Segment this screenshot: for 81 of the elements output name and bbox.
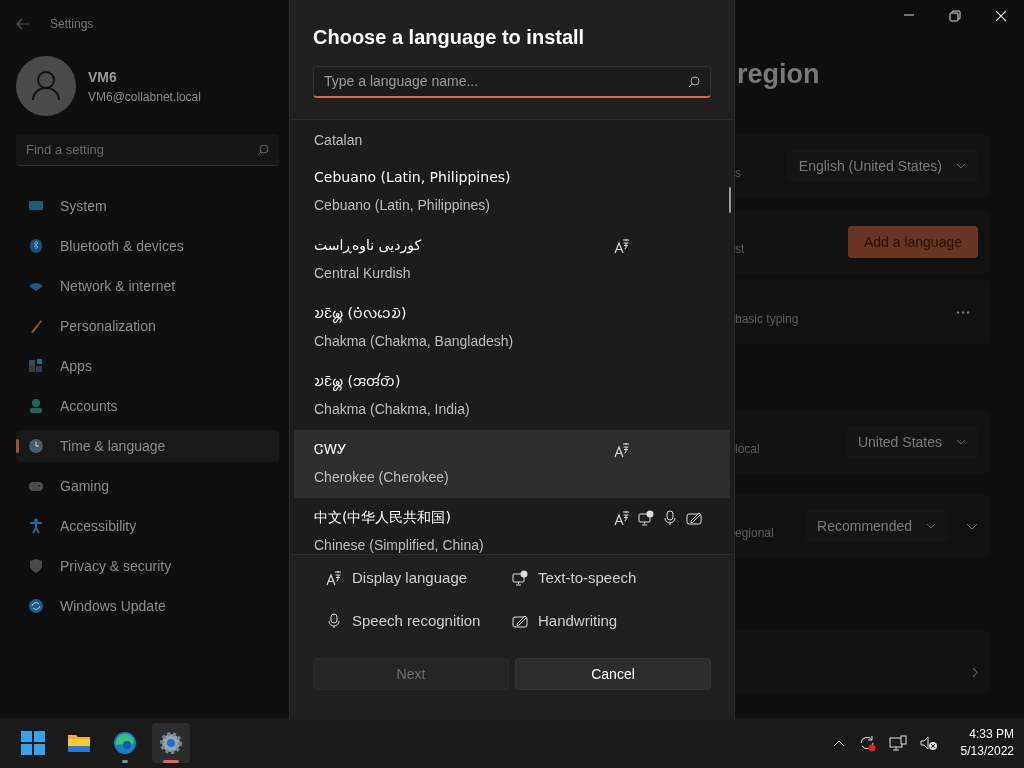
dialog-title: Choose a language to install [312, 25, 586, 50]
clock[interactable]: 4:33 PM 5/13/2022 [960, 726, 1014, 760]
sync-icon[interactable] [857, 734, 876, 752]
nav-item[interactable]: Time & language [16, 430, 279, 462]
language-item[interactable]: Catalan [294, 120, 730, 158]
nav-item[interactable]: Privacy & security [16, 550, 279, 582]
search-field[interactable]: Find a setting [26, 139, 257, 160]
language-item[interactable]: ᏣᎳᎩ Cherokee (Cherokee) [294, 430, 730, 498]
setting-label: s [735, 165, 741, 182]
nav-icon [28, 558, 44, 574]
english-name: Chakma (Chakma, India) [314, 400, 471, 418]
legend-label: Text-to-speech [538, 568, 637, 588]
nav-item[interactable]: Gaming [16, 470, 279, 502]
nav-icon [28, 398, 44, 414]
chevron-down-icon [956, 163, 966, 169]
nav-icon [28, 358, 44, 374]
nav-icon [28, 598, 44, 614]
english-name: Catalan [314, 131, 364, 149]
language-item[interactable]: Cebuano (Latin, Philippines) Cebuano (Latin, Philippines) [294, 158, 730, 226]
nav-icon [28, 238, 44, 254]
english-name: Chinese (Simplified, China) [314, 536, 485, 554]
legend-label: Speech recognition [352, 610, 481, 631]
chevron-up-icon[interactable] [832, 739, 845, 747]
nav-item[interactable]: Apps [16, 350, 279, 382]
nav-item[interactable]: Accessibility [16, 510, 279, 542]
network-icon[interactable] [888, 735, 907, 751]
back-icon[interactable] [16, 18, 30, 30]
display-language-icon [326, 570, 342, 587]
english-name: Cebuano (Latin, Philippines) [314, 196, 491, 214]
nav-item[interactable]: Accounts [16, 390, 279, 422]
setting-label: egional [735, 525, 774, 542]
nav-icon [28, 318, 44, 334]
native-name: Cebuano (Latin, Philippines) [314, 168, 512, 186]
close-icon[interactable] [995, 10, 1007, 22]
native-name: 𑄌𑄋𑄴𑄟𑄳𑄦 (𑄝𑄁𑄣𑄘𑄬𑄌𑄴) [314, 304, 408, 322]
native-name: 𑄌𑄋𑄴𑄟𑄳𑄦 (𑄞𑄢𑄧𑄖𑄴) [314, 372, 402, 390]
more-icon[interactable] [956, 310, 970, 314]
chevron-down-icon [926, 523, 936, 529]
setting-label: st [735, 241, 745, 258]
scrollbar-thumb[interactable] [729, 187, 731, 213]
user-email: VM6@collabnet.local [88, 88, 201, 106]
native-name: کوردیی ناوەڕاست [314, 236, 423, 254]
restore-icon[interactable] [949, 10, 961, 22]
english-name: Cherokee (Cherokee) [314, 468, 450, 486]
native-name: 中文(中华人民共和国) [314, 508, 452, 526]
avatar-icon [16, 56, 76, 116]
chevron-right-icon[interactable] [972, 666, 978, 678]
english-name: Chakma (Chakma, Bangladesh) [314, 332, 515, 350]
nav-item[interactable]: Bluetooth & devices [16, 230, 279, 262]
window-title: Settings [50, 16, 94, 33]
language-item[interactable]: 𑄌𑄋𑄴𑄟𑄳𑄦 (𑄝𑄁𑄣𑄘𑄬𑄌𑄴) Chakma (Chakma, Bangladesh) [294, 294, 730, 362]
browser-icon[interactable] [113, 731, 137, 755]
chevron-down-icon [956, 439, 966, 445]
microphone-icon [326, 612, 342, 629]
native-name: ᏣᎳᎩ [314, 440, 348, 458]
language-item[interactable]: 𑄌𑄋𑄴𑄟𑄳𑄦 (𑄞𑄢𑄧𑄖𑄴) Chakma (Chakma, India) [294, 362, 730, 430]
setting-label: local [735, 441, 760, 458]
nav-item[interactable]: Personalization [16, 310, 279, 342]
user-name: VM6 [88, 67, 118, 87]
search-icon [688, 75, 700, 88]
text-to-speech-icon [512, 570, 528, 587]
legend-label: Handwriting [538, 610, 618, 631]
cancel-button[interactable]: Cancel [515, 658, 711, 690]
nav-item[interactable]: System [16, 190, 279, 222]
setting-label: basic typing [735, 311, 799, 328]
nav-item[interactable]: Network & internet [16, 270, 279, 302]
nav-icon [28, 438, 44, 454]
gear-icon[interactable] [159, 731, 183, 755]
language-item[interactable]: 中文(中华人民共和国) Chinese (Simplified, China) [294, 498, 730, 554]
start-icon[interactable] [21, 731, 45, 755]
language-search-box[interactable]: Type a language name... [313, 66, 711, 98]
speaker-muted-icon[interactable] [919, 735, 938, 751]
english-name: Central Kurdish [314, 264, 412, 282]
page-heading: region [736, 58, 821, 91]
language-search-field[interactable]: Type a language name... [324, 71, 688, 92]
nav-item[interactable]: Windows Update [16, 590, 279, 622]
nav-icon [28, 518, 44, 534]
legend-label: Display language [352, 568, 468, 588]
expand-icon[interactable] [966, 522, 978, 530]
search-box[interactable]: Find a setting [16, 134, 279, 166]
search-icon [257, 143, 269, 156]
